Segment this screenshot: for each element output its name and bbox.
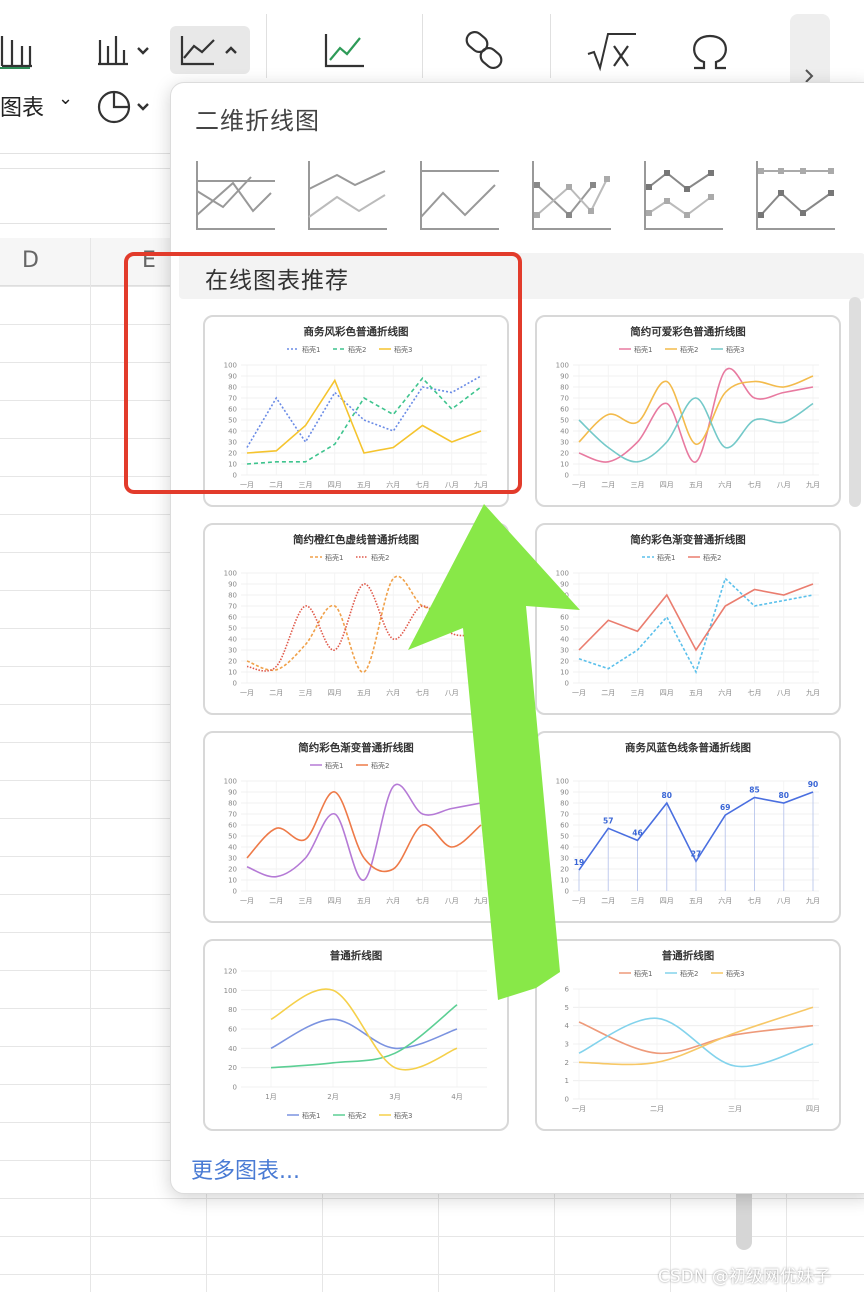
- green-arrow-icon: [408, 504, 580, 1000]
- watermark-text: CSDN @初级网优妹子: [658, 1267, 831, 1287]
- green-arrow-annotation: [408, 504, 580, 1000]
